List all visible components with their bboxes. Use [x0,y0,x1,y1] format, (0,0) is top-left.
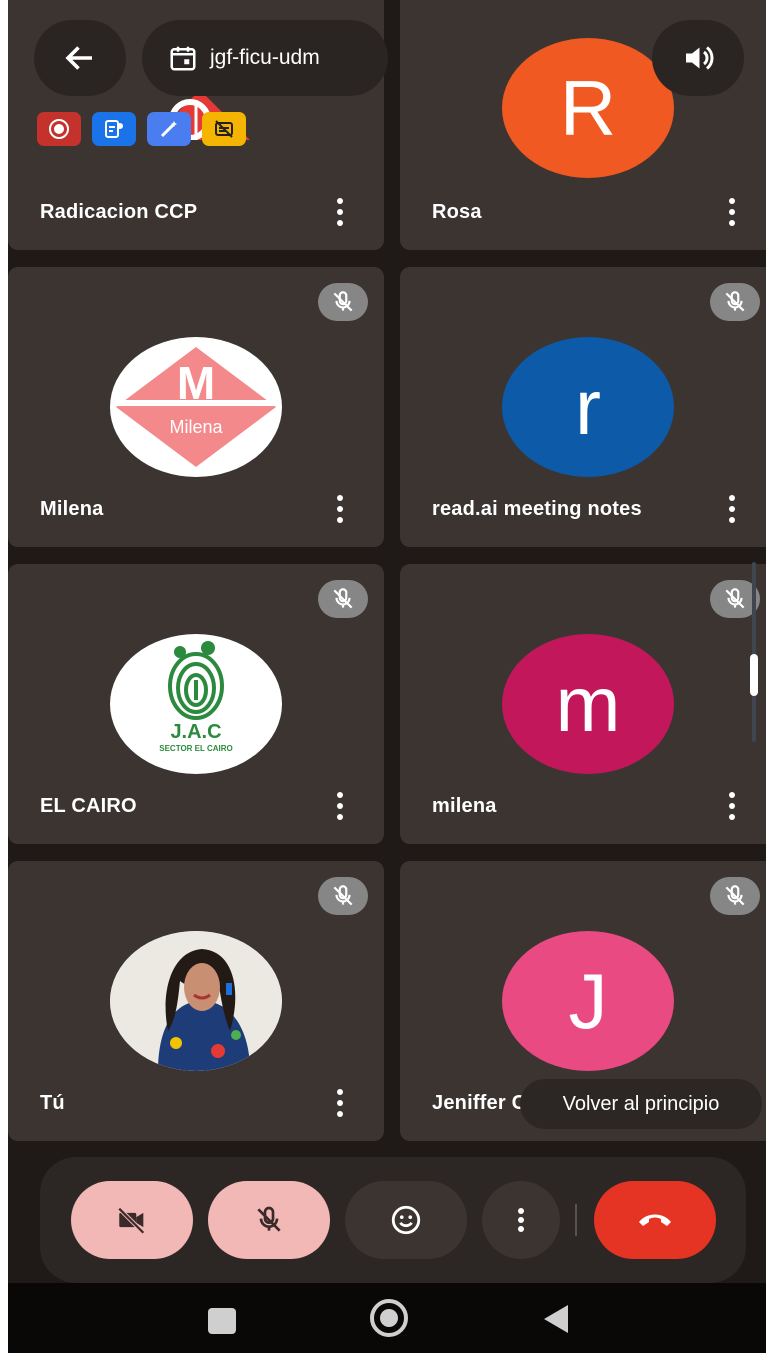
meet-call-screen: Radicacion CCP R Rosa M Milena Milena r … [8,0,766,1353]
participant-tile-milena-logo[interactable]: M Milena Milena [8,267,384,547]
avatar: M Milena [110,337,282,477]
participant-name: milena [432,795,497,817]
transcript-icon [92,112,136,146]
meeting-code: jgf-ficu-udm [210,46,320,69]
avatar-photo [110,931,282,1071]
system-nav-bar [8,1283,766,1353]
reactions-button[interactable] [345,1181,467,1259]
end-call-icon [639,1214,671,1226]
logo-text: Milena [169,417,223,437]
scroll-to-top-toast[interactable]: Volver al principio [520,1079,762,1129]
mic-off-icon [257,1206,281,1232]
mic-off-icon [318,877,368,915]
participant-name: EL CAIRO [40,795,137,817]
logo-subtitle: SECTOR EL CAIRO [159,744,233,753]
more-vert-icon[interactable] [336,198,344,228]
nav-home-icon[interactable] [370,1299,408,1337]
end-call-button[interactable] [594,1181,716,1259]
controls-divider [575,1204,577,1236]
more-vert-icon[interactable] [336,1089,344,1119]
more-vert-icon [518,1208,524,1232]
mic-toggle-button[interactable] [208,1181,330,1259]
record-icon [37,112,81,146]
participant-name: read.ai meeting notes [432,498,642,520]
participant-tile-self[interactable]: Tú [8,861,384,1141]
speaker-icon [686,46,714,70]
audio-output-button[interactable] [652,20,744,96]
avatar: R [502,38,674,178]
toast-text: Volver al principio [562,1092,720,1115]
participant-tile-milena-lower[interactable]: m milena [400,564,766,844]
notes-icon [147,112,191,146]
mic-off-icon [318,580,368,618]
avatar: J.A.C SECTOR EL CAIRO [110,634,282,774]
participant-name: Radicacion CCP [40,201,198,223]
captions-off-icon [202,112,246,146]
back-arrow-icon [65,46,92,70]
more-vert-icon[interactable] [728,495,736,525]
mic-off-icon [318,283,368,321]
mic-off-icon [710,877,760,915]
scrollbar[interactable] [750,562,758,742]
more-vert-icon[interactable] [336,495,344,525]
camera-toggle-button[interactable] [71,1181,193,1259]
avatar: m [502,634,674,774]
more-vert-icon[interactable] [336,792,344,822]
calendar-icon [170,46,196,71]
back-button[interactable] [34,20,126,96]
participant-name: Milena [40,498,104,520]
more-options-button[interactable] [482,1181,560,1259]
participant-tile-el-cairo[interactable]: J.A.C SECTOR EL CAIRO EL CAIRO [8,564,384,844]
nav-recents-icon[interactable] [208,1308,236,1334]
avatar: J [502,931,674,1071]
avatar: r [502,337,674,477]
nav-back-icon[interactable] [544,1305,568,1333]
participant-tile-readai[interactable]: r read.ai meeting notes [400,267,766,547]
participant-name: Rosa [432,201,482,223]
mic-off-icon [710,283,760,321]
logo-title: J.A.C [170,721,221,743]
more-vert-icon[interactable] [728,198,736,228]
emoji-icon [391,1205,421,1235]
meeting-info-button[interactable]: jgf-ficu-udm [142,20,388,96]
more-vert-icon[interactable] [728,792,736,822]
logo-letter: M [177,357,215,409]
participant-name: Tú [40,1092,65,1114]
camera-off-icon [117,1207,145,1235]
